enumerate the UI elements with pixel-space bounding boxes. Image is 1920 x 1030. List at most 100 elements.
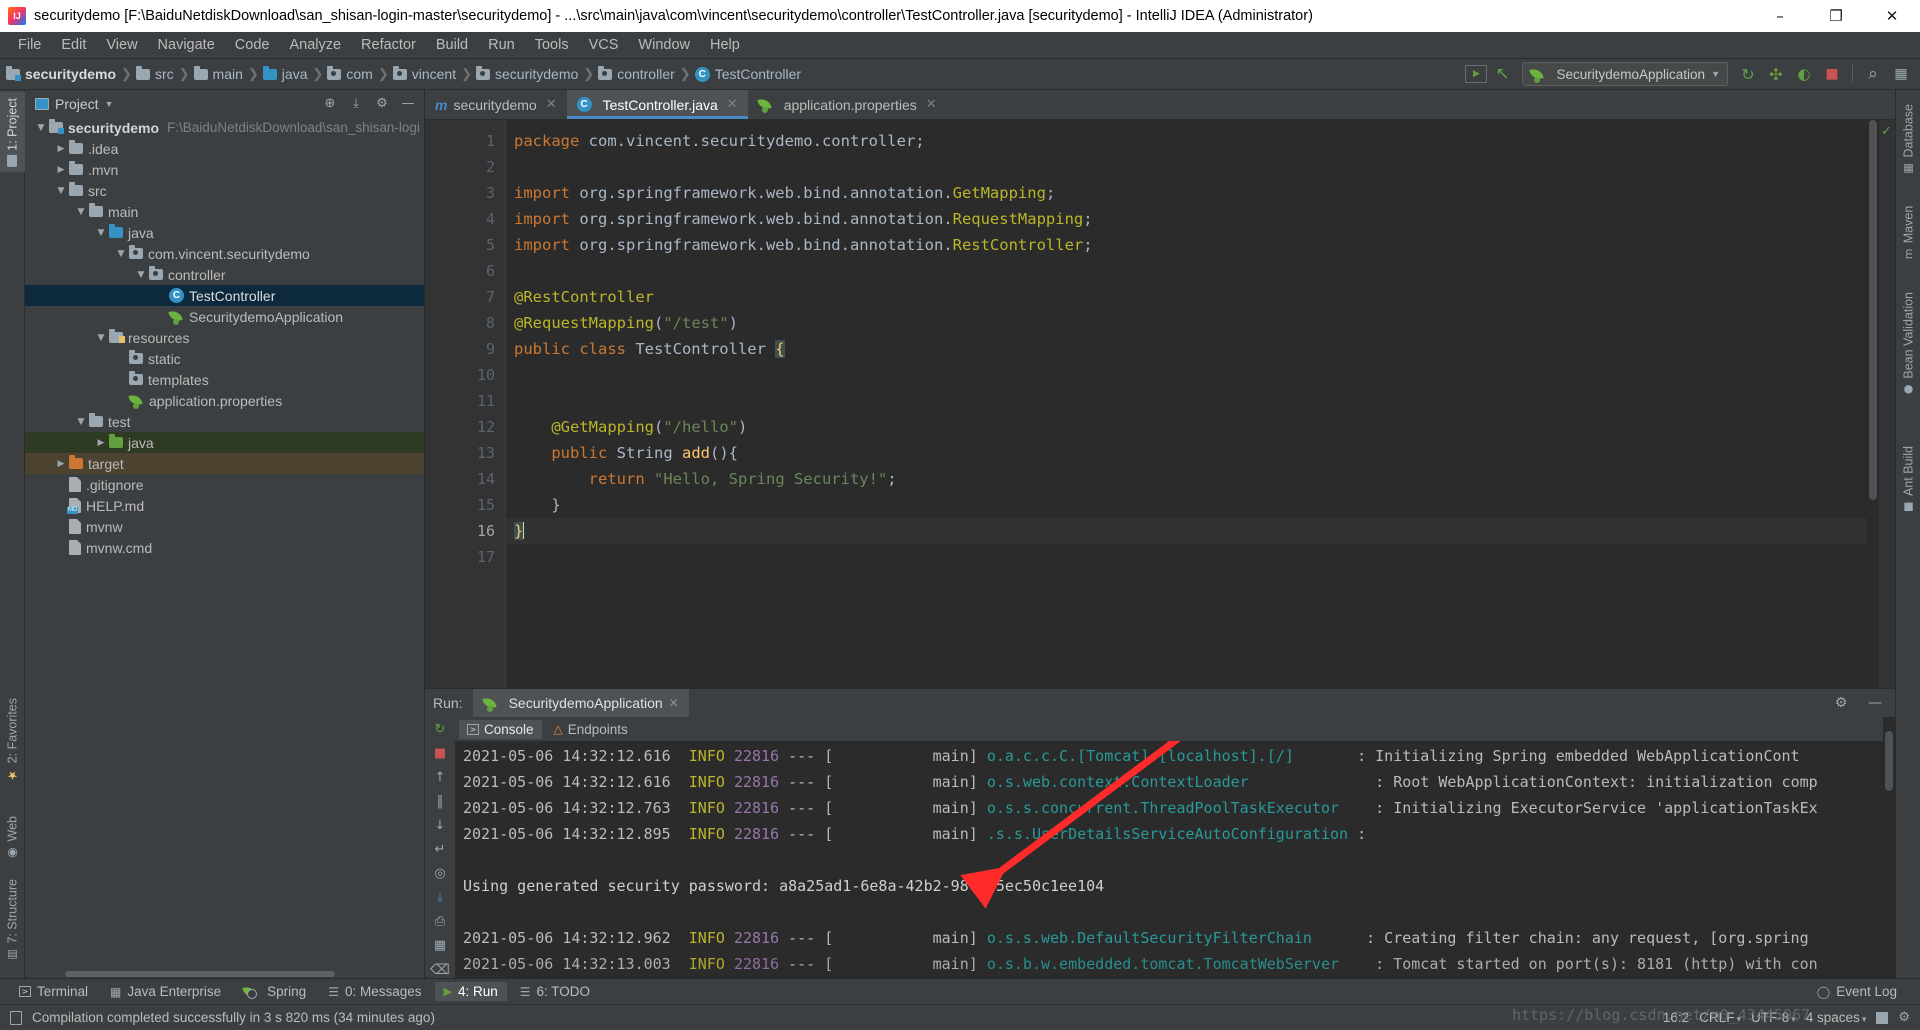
settings-gear-icon[interactable]: ⚙ [372, 94, 392, 114]
bottom-tab-spring[interactable]: Spring [234, 982, 315, 1001]
breadcrumb-com[interactable]: com [327, 65, 373, 82]
collapse-arrow-icon[interactable]: ▼ [73, 417, 89, 427]
sidebar-item-web[interactable]: ◉ Web [0, 810, 25, 866]
menu-navigate[interactable]: Navigate [148, 34, 225, 56]
menu-tools[interactable]: Tools [525, 34, 579, 56]
close-icon[interactable]: ✕ [926, 97, 937, 112]
editor-vertical-scrollbar[interactable] [1867, 120, 1879, 688]
expand-arrow-icon[interactable]: ▶ [53, 144, 69, 154]
menu-file[interactable]: File [8, 34, 51, 56]
locate-in-tree-icon[interactable]: ⊕ [320, 94, 340, 114]
hide-panel-icon[interactable]: — [398, 94, 418, 114]
collapse-arrow-icon[interactable]: ▼ [93, 228, 109, 238]
menu-edit[interactable]: Edit [51, 34, 96, 56]
collapse-arrow-icon[interactable]: ▼ [73, 207, 89, 217]
expand-arrow-icon[interactable]: ▼ [33, 123, 49, 133]
tree-node-templates[interactable]: templates [25, 369, 424, 390]
tree-node-src[interactable]: ▼ src [25, 180, 424, 201]
expand-arrow-icon[interactable]: ▶ [93, 438, 109, 448]
chevron-down-icon[interactable]: ▼ [105, 99, 114, 109]
debug-icon[interactable]: ✣ [1763, 62, 1789, 86]
stop-icon[interactable]: ■ [1819, 62, 1845, 86]
breadcrumb-src[interactable]: src [135, 65, 174, 82]
tree-node-controller[interactable]: ▼ controller [25, 264, 424, 285]
breadcrumb-main[interactable]: main [193, 65, 243, 82]
collapse-all-icon[interactable]: ⤓ [346, 94, 366, 114]
sidebar-item-database[interactable]: ▦ Database [1896, 98, 1920, 182]
lock-icon[interactable] [1876, 1011, 1889, 1024]
collapse-arrow-icon[interactable]: ▼ [53, 186, 69, 196]
breadcrumb-java[interactable]: java [262, 65, 307, 82]
bottom-tab-messages[interactable]: ☰ 0: Messages [319, 982, 430, 1001]
tree-node-idea[interactable]: ▶ .idea [25, 138, 424, 159]
tab-console[interactable]: > Console [459, 719, 542, 739]
breadcrumb-securitydemo[interactable]: securitydemo [6, 65, 116, 82]
menu-build[interactable]: Build [426, 34, 478, 56]
maximize-button[interactable]: ❐ [1808, 0, 1864, 32]
settings-gear-icon[interactable]: ⚙ [1829, 691, 1853, 715]
hide-panel-icon[interactable]: — [1863, 691, 1887, 715]
menu-vcs[interactable]: VCS [579, 34, 629, 56]
scroll-to-end-icon[interactable]: ⤓ [430, 889, 450, 906]
run-configuration-selector[interactable]: SecuritydemoApplication ▼ [1522, 62, 1728, 86]
tree-node-mvnw-cmd[interactable]: mvnw.cmd [25, 537, 424, 558]
sidebar-item-bean-validation[interactable]: ● Bean Validation [1896, 286, 1920, 403]
breadcrumb-securitydemo-pkg[interactable]: securitydemo [476, 65, 578, 82]
event-log-button[interactable]: ◯ Event Log [1808, 982, 1906, 1001]
tree-node-java-main[interactable]: ▼ java [25, 222, 424, 243]
bottom-tab-run[interactable]: ▶ 4: Run [434, 982, 507, 1001]
sidebar-item-ant-build[interactable]: ■ Ant Build [1896, 440, 1920, 520]
sidebar-item-maven[interactable]: m Maven [1896, 200, 1920, 265]
scroll-up-icon[interactable]: ↑ [430, 769, 450, 786]
tree-node-main[interactable]: ▼ main [25, 201, 424, 222]
inspection-stripe[interactable]: ✓ [1879, 120, 1895, 688]
indent-selector[interactable]: 4 spaces ▾ [1806, 1010, 1867, 1025]
rerun-icon[interactable]: ↻ [1735, 62, 1761, 86]
tree-node-test[interactable]: ▼ test [25, 411, 424, 432]
collapse-arrow-icon[interactable]: ▼ [133, 270, 149, 280]
menu-refactor[interactable]: Refactor [351, 34, 426, 56]
minimize-button[interactable]: – [1752, 0, 1808, 32]
tab-endpoints[interactable]: △ Endpoints [546, 720, 636, 739]
tree-node-java-test[interactable]: ▶ java [25, 432, 424, 453]
close-button[interactable]: ✕ [1864, 0, 1920, 32]
close-icon[interactable]: ✕ [727, 97, 738, 112]
clear-all-icon[interactable]: ⌫ [430, 961, 450, 978]
expand-arrow-icon[interactable]: ▶ [53, 165, 69, 175]
collapse-arrow-icon[interactable]: ▼ [113, 249, 129, 259]
bottom-tab-terminal[interactable]: > Terminal [10, 982, 97, 1001]
tree-node-resources[interactable]: ▼ resources [25, 327, 424, 348]
sidebar-item-favorites[interactable]: ★ 2: Favorites [0, 692, 25, 788]
menu-run[interactable]: Run [478, 34, 525, 56]
code-editor[interactable]: 1 2 3 4 5 6 7 8 9 10 11 12 13 14 15 16 1 [425, 120, 1895, 688]
breadcrumb-testcontroller[interactable]: C TestController [694, 66, 801, 82]
editor-gutter[interactable]: 1 2 3 4 5 6 7 8 9 10 11 12 13 14 15 16 1 [425, 120, 505, 688]
scrollbar-thumb[interactable] [1885, 731, 1893, 791]
run-with-coverage-icon[interactable]: ◐ [1791, 62, 1817, 86]
code-text-area[interactable]: package com.vincent.securitydemo.control… [505, 120, 1867, 688]
breadcrumb-controller[interactable]: controller [598, 65, 675, 82]
tab-application-properties[interactable]: application.properties ✕ [748, 90, 947, 119]
tree-node-securitydemoapplication[interactable]: SecuritydemoApplication [25, 306, 424, 327]
search-everywhere-icon[interactable]: ⌕ [1860, 62, 1886, 86]
stop-icon[interactable]: ■ [430, 745, 450, 762]
sidebar-item-project[interactable]: 1: Project [0, 92, 25, 172]
tree-node-application-properties[interactable]: application.properties [25, 390, 424, 411]
console-output[interactable]: 2021-05-06 14:32:12.616 INFO 22816 --- [… [455, 741, 1883, 978]
expand-arrow-icon[interactable]: ▶ [53, 459, 69, 469]
bottom-tab-todo[interactable]: ☰ 6: TODO [511, 982, 599, 1001]
tree-node-help-md[interactable]: HELP.md [25, 495, 424, 516]
scroll-down-icon[interactable]: ↓ [430, 817, 450, 834]
soft-wrap-icon[interactable]: ↵ [430, 841, 450, 858]
select-run-config-icon[interactable]: ▶ [1465, 65, 1488, 83]
run-tab-securitydemoapplication[interactable]: SecuritydemoApplication ✕ [472, 689, 689, 717]
print-icon[interactable]: ⎙ [430, 913, 450, 930]
menu-view[interactable]: View [96, 34, 147, 56]
menu-help[interactable]: Help [700, 34, 750, 56]
tab-securitydemo[interactable]: m securitydemo ✕ [425, 90, 567, 119]
rerun-icon[interactable]: ↻ [430, 721, 450, 738]
bottom-tab-java-enterprise[interactable]: ▦ Java Enterprise [101, 982, 230, 1001]
camera-icon[interactable]: ◎ [430, 865, 450, 882]
tree-node-securitydemo[interactable]: ▼ securitydemo F:\BaiduNetdiskDownload\s… [25, 117, 424, 138]
project-horizontal-scrollbar[interactable] [25, 969, 424, 978]
